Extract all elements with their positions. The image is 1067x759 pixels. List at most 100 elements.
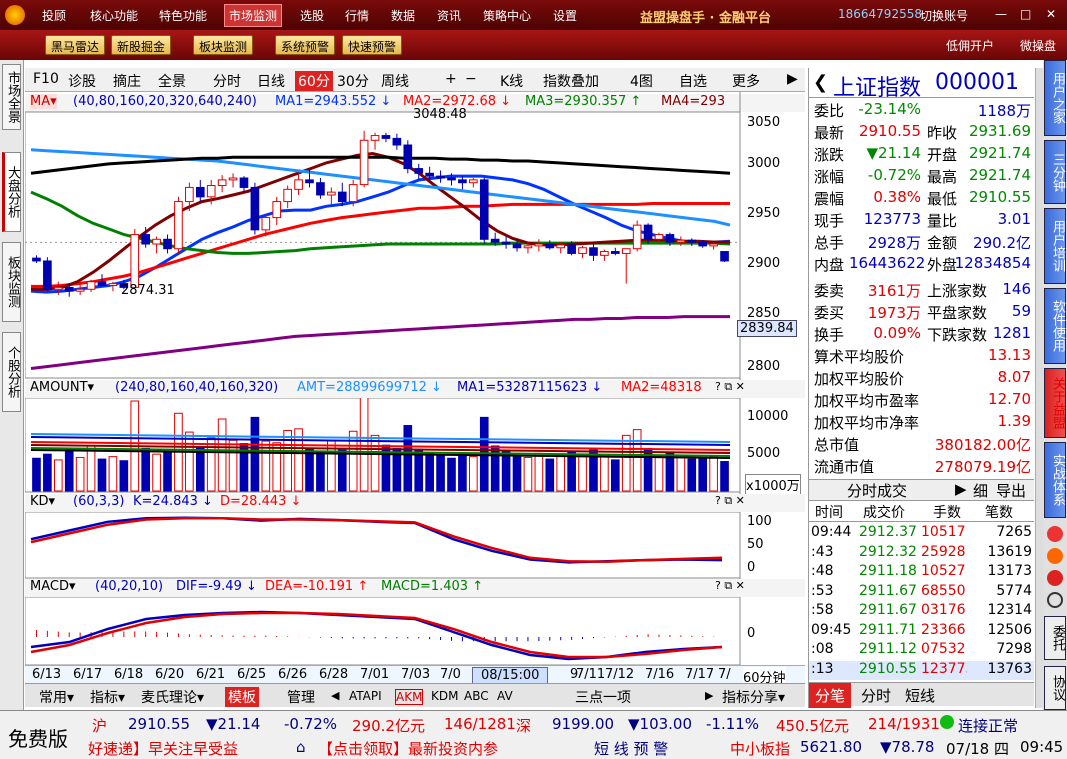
candle [86, 281, 96, 290]
tab-three-minutes[interactable]: 三分钟 [1044, 140, 1066, 204]
menu-item-feature[interactable]: 特色功能 [159, 7, 207, 24]
quote-value: 16443622 [849, 254, 926, 272]
tab-order[interactable]: 委托 [1044, 616, 1066, 660]
ticks-export-button[interactable]: 导出 [996, 480, 1026, 501]
kd-close-icon[interactable]: ? ⧉ ✕ [715, 494, 745, 508]
close-button[interactable]: ✕ [1046, 7, 1056, 21]
quote-value: 0.09% [873, 324, 921, 342]
amount-selector[interactable]: AMOUNT▾ [30, 380, 94, 395]
tab-software-usage[interactable]: 软件使用 [1044, 288, 1066, 364]
four-charts-button[interactable]: 4图 [630, 71, 653, 91]
tab-user-home[interactable]: 用户之家 [1044, 60, 1066, 136]
60min-button[interactable]: 60分 [295, 71, 333, 91]
tab-indicator[interactable]: 指标▾ [90, 687, 125, 707]
low-fee-account-link[interactable]: 低佣开户 [946, 37, 994, 54]
system-alert-button[interactable]: 系统预警 [275, 35, 336, 55]
ticks-fine-button[interactable]: 细 [973, 480, 988, 501]
quick-alert-button[interactable]: 快速预警 [342, 35, 403, 55]
tab-user-training[interactable]: 用户培训 [1044, 208, 1066, 284]
chart-toolbar: F10 诊股 摘庄 全景 分时 日线 60分 30分 周线 + − K线 指数叠… [25, 68, 805, 92]
menu-item-core[interactable]: 核心功能 [90, 7, 138, 24]
overview-button[interactable]: 全景 [158, 71, 186, 91]
tab-template[interactable]: 模板 [225, 687, 259, 707]
menu-item-tougu[interactable]: 投顾 [42, 7, 66, 24]
panel-scrollbar[interactable] [1035, 68, 1043, 708]
micro-trade-link[interactable]: 微操盘 [1020, 37, 1056, 54]
amount-bar [294, 428, 303, 492]
service-icon[interactable] [1047, 592, 1063, 608]
index-overlay-button[interactable]: 指数叠加 [543, 71, 599, 91]
scroll-right-button[interactable]: ▶ [705, 689, 713, 702]
menu-item-strategy[interactable]: 策略中心 [483, 7, 531, 24]
tab-common[interactable]: 常用▾ [39, 687, 74, 707]
stat-row: 流通市值 278079.19亿 [809, 456, 1034, 478]
zoom-out-button[interactable]: − [465, 71, 477, 87]
tab-about[interactable]: 关于益盟 [1044, 368, 1066, 438]
sector-monitor-button[interactable]: 板块监测 [193, 35, 254, 55]
30min-button[interactable]: 30分 [337, 71, 369, 91]
short-alert-label[interactable]: 短 线 预 警 [594, 738, 668, 759]
news-ticker-1[interactable]: 好速递】早关注早受益 [88, 738, 238, 759]
home-icon[interactable]: ⌂ [296, 738, 306, 756]
minimize-button[interactable]: — [995, 7, 1007, 21]
tab-three-points[interactable]: 三点一项 [575, 687, 631, 707]
weekly-button[interactable]: 周线 [381, 71, 409, 91]
menu-item-data[interactable]: 数据 [391, 7, 415, 24]
tab-ticks[interactable]: 分笔 [809, 683, 852, 708]
tab-stock-analysis[interactable]: 个股分析 [2, 332, 21, 412]
tab-short-line[interactable]: 短线 [905, 685, 935, 706]
maximize-button[interactable]: □ [1020, 7, 1031, 21]
panel-close-icon[interactable]: ? ⧉ ✕ [715, 380, 745, 394]
tab-abc[interactable]: ABC [464, 689, 489, 703]
macd-selector[interactable]: MACD▾ [30, 579, 76, 594]
zhaizhuang-button[interactable]: 摘庄 [113, 71, 141, 91]
collapse-panel-button[interactable]: ▶ [787, 71, 798, 87]
more-button[interactable]: 更多 [732, 71, 760, 91]
candle [589, 247, 598, 256]
watchlist-button[interactable]: 自选 [679, 71, 707, 91]
tab-sector-monitor[interactable]: 板块监测 [2, 242, 21, 322]
ticks-expand-button[interactable]: ▶ [955, 480, 967, 498]
tab-minute[interactable]: 分时 [861, 685, 891, 706]
menu-item-market-monitor[interactable]: 市场监测 [224, 4, 283, 27]
amount-bar [469, 456, 478, 492]
scroll-left-button[interactable]: ◀ [331, 689, 339, 702]
tab-manage[interactable]: 管理 [287, 687, 315, 707]
tab-akm[interactable]: AKM [395, 689, 424, 705]
chat-icon[interactable] [1047, 526, 1063, 542]
menu-item-settings[interactable]: 设置 [553, 7, 577, 24]
daily-button[interactable]: 日线 [257, 71, 285, 91]
tab-atapi[interactable]: ATAPI [349, 689, 382, 703]
tab-market-overview[interactable]: 市场全景 [2, 64, 21, 130]
new-stock-button[interactable]: 新股掘金 [111, 35, 172, 55]
diagnose-button[interactable]: 诊股 [68, 71, 96, 91]
f10-button[interactable]: F10 [33, 71, 59, 87]
tab-mai-theory[interactable]: 麦氏理论▾ [141, 687, 204, 707]
tab-agreement[interactable]: 协议 [1044, 666, 1066, 710]
menu-item-quotes[interactable]: 行情 [345, 7, 369, 24]
intraday-button[interactable]: 分时 [213, 71, 241, 91]
ticks-title: 分时成交 [847, 482, 908, 500]
quote-key: 涨幅 [814, 168, 845, 186]
amount-bar [501, 451, 511, 492]
tab-market-analysis[interactable]: 大盘分析 [2, 152, 21, 232]
weibo-icon[interactable] [1047, 548, 1063, 564]
news-ticker-2[interactable]: 【点击领取】最新投资内参 [318, 738, 498, 759]
kline-button[interactable]: K线 [500, 71, 523, 91]
menu-item-news[interactable]: 资讯 [437, 7, 461, 24]
zoom-in-button[interactable]: + [445, 71, 457, 87]
macd-close-icon[interactable]: ? ⧉ ✕ [715, 579, 745, 593]
tab-av[interactable]: AV [497, 689, 513, 703]
switch-account-link[interactable]: 切换账号 [920, 7, 968, 24]
qq-icon[interactable] [1047, 570, 1063, 586]
date-label: 7/03 [401, 667, 431, 682]
tab-indicator-share[interactable]: 指标分享▾ [722, 687, 785, 707]
tab-combat-system[interactable]: 实战体系 [1044, 442, 1066, 518]
menu-item-stock-pick[interactable]: 选股 [300, 7, 324, 24]
tick-hands: 23366 [921, 621, 966, 638]
tab-kdm[interactable]: KDM [431, 689, 458, 703]
kd-selector[interactable]: KD▾ [30, 494, 55, 509]
candle [578, 247, 587, 254]
back-arrow-icon[interactable]: ❮ [813, 72, 828, 93]
heima-radar-button[interactable]: 黑马雷达 [45, 35, 106, 55]
